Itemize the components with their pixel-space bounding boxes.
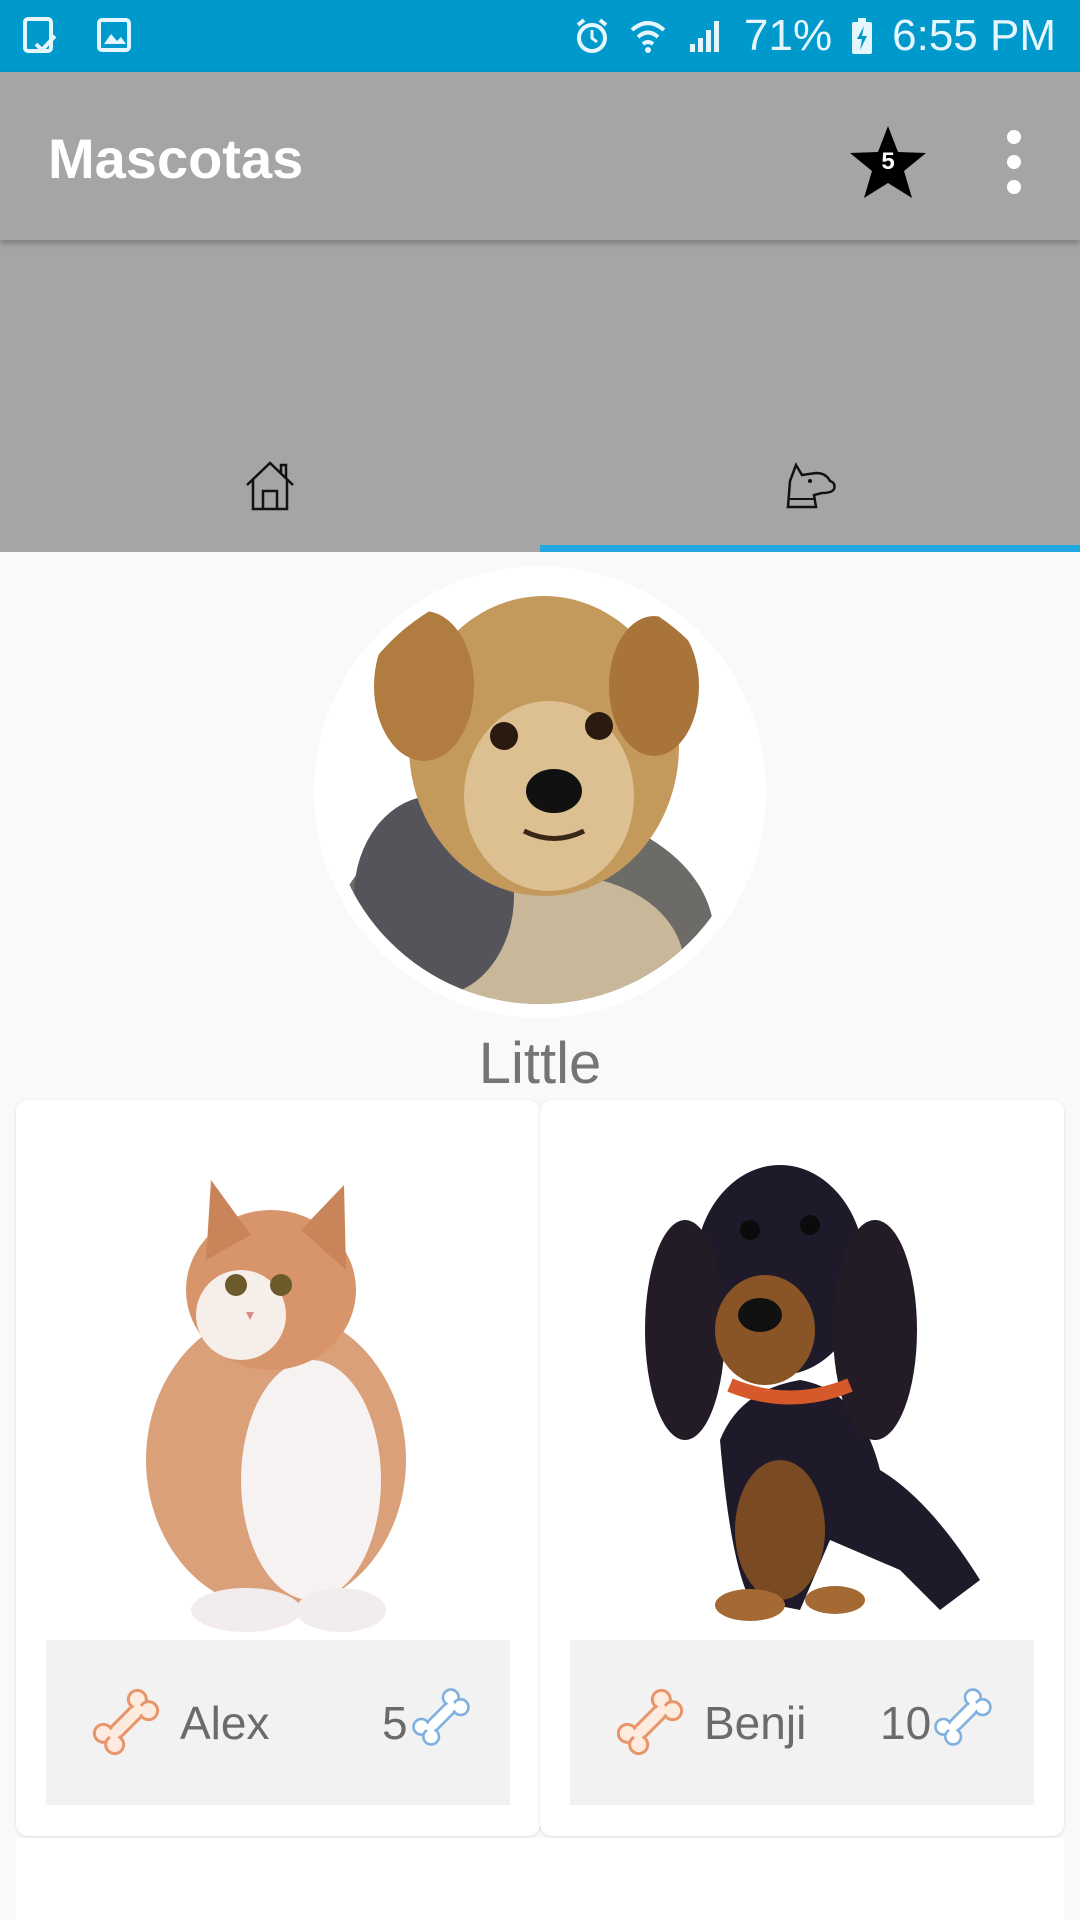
menu-dot	[1007, 155, 1021, 169]
pet-card[interactable]: Benji 10	[540, 1100, 1064, 1836]
bone-rating-icon	[412, 1688, 470, 1746]
battery-charging-icon	[852, 18, 873, 54]
pet-card-footer: Benji 10	[570, 1640, 1034, 1805]
pet-name: Benji	[704, 1697, 807, 1749]
app-title: Mascotas	[48, 127, 304, 190]
tab-header	[0, 240, 1080, 552]
task-check-icon	[23, 17, 57, 53]
pet-rating: 5	[382, 1697, 408, 1749]
menu-dot	[1007, 130, 1021, 144]
tab-pet-profile[interactable]	[540, 420, 1080, 552]
pet-name: Alex	[180, 1697, 270, 1749]
clock: 6:55 PM	[892, 11, 1056, 60]
pet-card[interactable]: Alex 5	[16, 1100, 540, 1836]
pet-card-footer: Alex 5	[46, 1640, 510, 1805]
bone-like-icon[interactable]	[88, 1684, 164, 1760]
image-icon	[97, 18, 131, 52]
pet-profile-name: Little	[478, 1031, 602, 1096]
favorites-button[interactable]: 5	[846, 120, 930, 204]
home-icon	[246, 461, 294, 511]
battery-percent: 71%	[744, 11, 833, 60]
wifi-icon	[630, 21, 666, 53]
tab-home[interactable]	[0, 420, 540, 552]
dachshund-image	[645, 1165, 980, 1621]
overflow-menu-button[interactable]	[990, 124, 1038, 200]
pet-rating: 10	[880, 1697, 932, 1749]
notification-icons	[22, 16, 132, 56]
pet-profile-photo	[314, 566, 766, 1018]
kitten-image	[146, 1180, 406, 1632]
cell-signal-icon	[690, 21, 720, 52]
alarm-icon	[576, 18, 608, 53]
system-indicators: 71% 6:55 PM	[574, 0, 1056, 72]
tab-indicator	[540, 545, 1080, 552]
app-bar: Mascotas 5	[0, 72, 1080, 240]
bone-like-icon[interactable]	[612, 1684, 688, 1760]
yorkie-dog-image	[328, 580, 752, 1004]
status-bar: 71% 6:55 PM	[0, 0, 1080, 72]
favorites-count: 5	[881, 148, 895, 175]
bone-rating-icon	[934, 1688, 992, 1746]
menu-dot	[1007, 180, 1021, 194]
next-row-cards	[16, 1838, 1064, 1920]
dog-head-icon	[786, 462, 836, 509]
